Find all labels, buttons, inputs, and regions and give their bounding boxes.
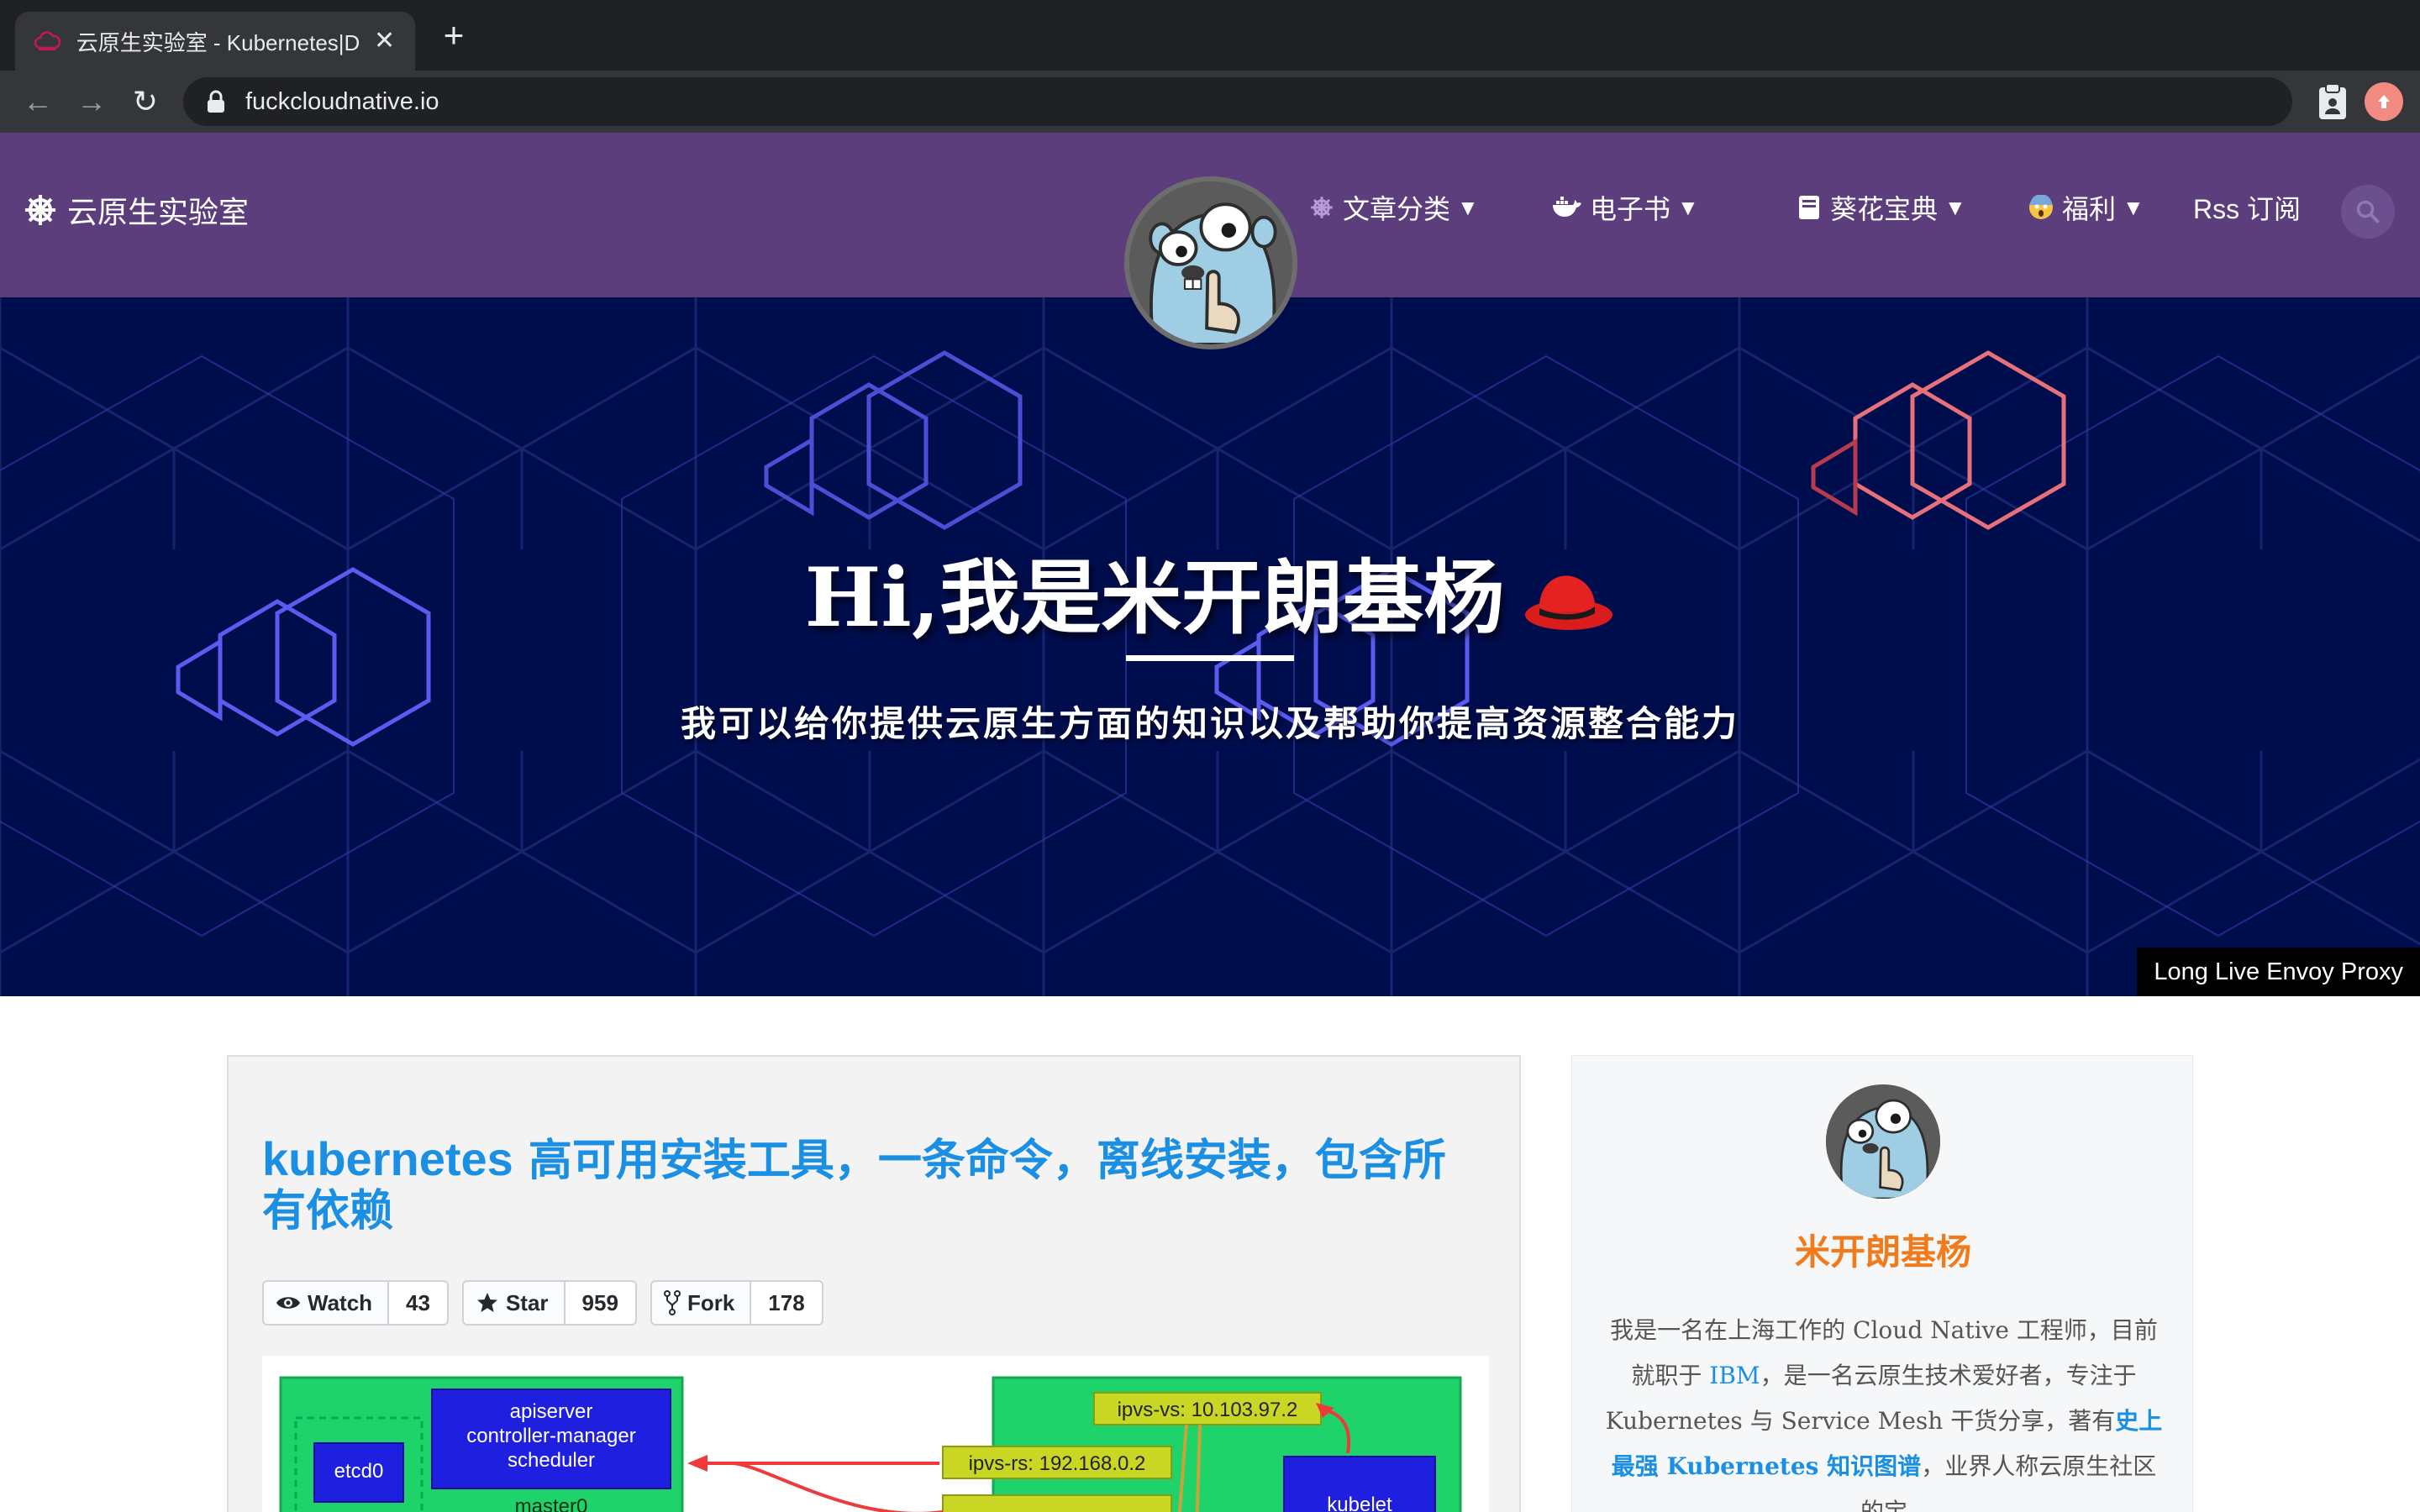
helm-wheel-icon [25, 195, 55, 225]
github-fork-button[interactable]: Fork 178 [650, 1280, 823, 1326]
nav-label: Rss 订阅 [2193, 194, 2302, 224]
site-brand[interactable]: 云原生实验室 [24, 188, 249, 232]
github-star-count[interactable]: 959 [565, 1282, 635, 1324]
hero-banner: Hi,我是米开朗基杨 我可以给你提供云原生方面的知识以及帮助你提高资源整合能力 … [0, 297, 2420, 996]
lock-icon [208, 90, 224, 113]
master-components-label: apiserver controller-manager scheduler [466, 1400, 636, 1472]
ipvs-rs-label: ipvs-rs: 192.168.0.2 [968, 1452, 1146, 1475]
caret-down-icon: ▼ [2123, 194, 2144, 220]
nav-label: 福利 [2062, 194, 2117, 224]
profile-avatar-icon[interactable] [2365, 82, 2403, 121]
caret-down-icon: ▼ [1944, 194, 1966, 220]
ibm-link[interactable]: IBM [1709, 1362, 1760, 1389]
scream-emoji-icon [2027, 193, 2055, 222]
helm-icon [1307, 193, 1336, 222]
post-card: kubernetes 高可用安装工具，一条命令，离线安装，包含所有依赖 Watc… [227, 1055, 1521, 1512]
github-watch-count[interactable]: 43 [389, 1282, 447, 1324]
caret-down-icon: ▼ [1457, 194, 1479, 220]
search-button[interactable] [2341, 185, 2395, 239]
eye-icon [276, 1297, 300, 1309]
cloud-favicon-icon [34, 27, 61, 55]
post-title-en: kubernetes [262, 1132, 513, 1185]
author-avatar[interactable] [1826, 1084, 1940, 1199]
caret-down-icon: ▼ [1677, 194, 1699, 220]
gopher-avatar[interactable] [1124, 176, 1297, 349]
author-bio: 我是一名在上海工作的 Cloud Native 工程师，目前就职于 IBM，是一… [1602, 1308, 2165, 1512]
nav-item-rss[interactable]: Rss 订阅 [2193, 188, 2301, 227]
author-name: 米开朗基杨 [1794, 1231, 1971, 1273]
hero-divider [1126, 655, 1294, 661]
hero-title: Hi,我是米开朗基杨 [0, 533, 2420, 653]
nav-label: 葵花宝典 [1830, 194, 1939, 224]
address-bar[interactable]: fuckcloudnative.io [183, 77, 2292, 126]
github-star-button[interactable]: Star 959 [461, 1280, 637, 1326]
github-buttons: Watch 43 Star 959 Fork 178 [262, 1280, 837, 1326]
nav-item-benefits[interactable]: 福利 ▼ [2027, 188, 2144, 227]
architecture-diagram: apiserver controller-manager scheduler e… [262, 1356, 1489, 1512]
kubelet-label: kubelet [1327, 1494, 1392, 1512]
nav-item-ebooks[interactable]: 电子书 ▼ [1551, 188, 1699, 227]
github-star-label: Star [505, 1289, 549, 1315]
new-tab-button[interactable]: + [437, 18, 471, 53]
github-watch-label: Watch [308, 1289, 373, 1315]
redhat-hat-icon [1523, 558, 1615, 653]
corner-tagline: Long Live Envoy Proxy [2137, 948, 2420, 996]
ipvs-vs-label: ipvs-vs: 10.103.97.2 [1117, 1399, 1298, 1421]
etcd-label: etcd0 [334, 1460, 384, 1483]
brand-name: 云原生实验室 [67, 195, 250, 229]
docker-icon [1551, 193, 1583, 222]
nav-label: 电子书 [1590, 194, 1671, 224]
post-title-link[interactable]: kubernetes 高可用安装工具，一条命令，离线安装，包含所有依赖 [262, 1134, 1464, 1236]
tab-close-icon[interactable]: ✕ [372, 29, 397, 54]
github-fork-count[interactable]: 178 [751, 1282, 822, 1324]
master-label: master0 [514, 1495, 588, 1512]
hero-subtitle: 我可以给你提供云原生方面的知识以及帮助你提高资源整合能力 [680, 703, 1739, 744]
book-icon [1795, 193, 1823, 222]
back-arrow-icon[interactable]: ← [17, 81, 59, 123]
nav-label: 文章分类 [1343, 194, 1451, 224]
nav-item-categories[interactable]: 文章分类 ▼ [1307, 188, 1479, 227]
reload-icon[interactable]: ↻ [124, 81, 166, 123]
search-icon [2356, 200, 2380, 223]
github-watch-button[interactable]: Watch 43 [262, 1280, 449, 1326]
tab-title: 云原生实验室 - Kubernetes|Doc [76, 29, 360, 55]
browser-tab-strip: 云原生实验室 - Kubernetes|Doc ✕ + [0, 0, 2420, 71]
browser-tab[interactable]: 云原生实验室 - Kubernetes|Doc ✕ [15, 12, 415, 71]
url-text: fuckcloudnative.io [245, 87, 439, 115]
nav-item-handbook[interactable]: 葵花宝典 ▼ [1795, 188, 1966, 227]
author-card: 米开朗基杨 我是一名在上海工作的 Cloud Native 工程师，目前就职于 … [1571, 1055, 2193, 1512]
clipboard-extension-icon[interactable] [2312, 81, 2353, 123]
browser-toolbar: ← → ↻ fuckcloudnative.io [0, 71, 2420, 133]
forward-arrow-icon[interactable]: → [71, 81, 113, 123]
hero-title-text: Hi,我是米开朗基杨 [804, 550, 1505, 645]
github-fork-label: Fork [687, 1289, 735, 1315]
gopher-middle-finger-icon [1826, 1084, 1940, 1199]
star-icon [476, 1293, 497, 1312]
gopher-middle-finger-icon [1129, 181, 1292, 344]
fork-icon [663, 1290, 681, 1315]
